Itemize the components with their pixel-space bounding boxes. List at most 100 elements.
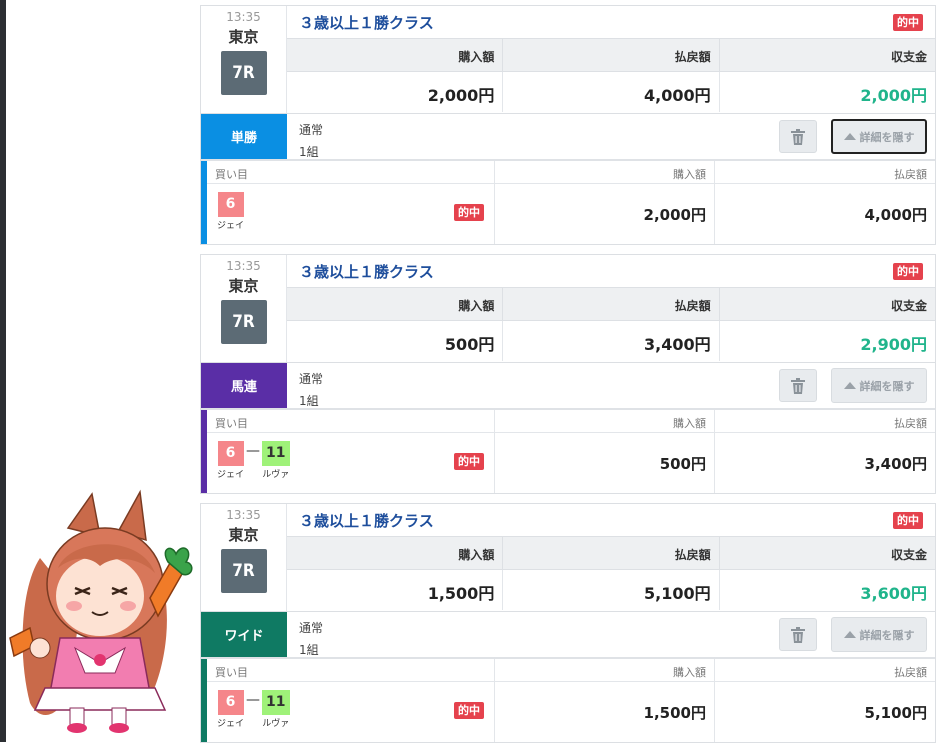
hit-badge: 的中 bbox=[893, 262, 923, 280]
race-venue: 東京 bbox=[228, 28, 259, 46]
bet-type-row: 馬連 通常 1組 詳細を隠す bbox=[201, 362, 935, 408]
bet-method: 通常 bbox=[299, 123, 324, 137]
bet-type-row: 単勝 通常 1組 詳細を隠す bbox=[201, 113, 935, 159]
hide-details-label: 詳細を隠す bbox=[859, 628, 915, 642]
hide-details-label: 詳細を隠す bbox=[859, 130, 915, 144]
combination-header: 買い目 bbox=[215, 417, 248, 430]
bet-type-label: 単勝 bbox=[201, 114, 287, 159]
delete-button[interactable] bbox=[779, 120, 817, 153]
combination-cell: 6 ジェイ 的中 bbox=[207, 184, 494, 244]
payout-header: 払戻額 bbox=[502, 39, 718, 71]
race-info: 13:35 東京 7R bbox=[201, 6, 287, 113]
detail-purchase-amount: 1,500円 bbox=[494, 682, 714, 742]
horse-name: ルヴァ bbox=[262, 470, 290, 480]
detail-payout-header: 払戻額 bbox=[714, 410, 935, 432]
detail-purchase-header: 購入額 bbox=[494, 161, 714, 183]
balance-header: 収支金 bbox=[718, 288, 935, 320]
purchase-amount: 2,000円 bbox=[427, 86, 495, 105]
bet-type-label: ワイド bbox=[201, 612, 287, 657]
payout-amount: 3,400円 bbox=[502, 321, 718, 361]
combination-separator: — bbox=[246, 692, 261, 708]
hide-details-button[interactable]: 詳細を隠す bbox=[831, 119, 927, 154]
detail-table: 買い目 購入額 払戻額 6 ジェイ —11 ルヴァ 的中 500円 3,400円 bbox=[207, 410, 935, 493]
race-summary-row: 13:35 東京 7R ３歳以上１勝クラス 的中 購入額 払戻額 収支金 1,500円 5,100… bbox=[201, 504, 935, 611]
race-time: 13:35 bbox=[226, 259, 261, 273]
race-time: 13:35 bbox=[226, 508, 261, 522]
detail-table: 買い目 購入額 払戻額 6 ジェイ 的中 2,000円 4,000円 bbox=[207, 161, 935, 244]
detail-purchase-header: 購入額 bbox=[494, 410, 714, 432]
mascot-character-illustration bbox=[9, 489, 193, 733]
triangle-up-icon bbox=[843, 133, 856, 140]
bet-card: 13:35 東京 7R ３歳以上１勝クラス 的中 購入額 払戻額 収支金 500円 3,400円 2… bbox=[200, 254, 936, 494]
trash-icon bbox=[791, 626, 805, 643]
race-name-link[interactable]: ３歳以上１勝クラス bbox=[299, 261, 434, 282]
payout-amount: 4,000円 bbox=[502, 72, 718, 112]
race-name-link[interactable]: ３歳以上１勝クラス bbox=[299, 12, 434, 33]
race-title-row: ３歳以上１勝クラス 的中 bbox=[287, 6, 935, 38]
horse-name: ジェイ bbox=[217, 221, 245, 231]
delete-button[interactable] bbox=[779, 369, 817, 402]
horse-entry: 6 ジェイ bbox=[217, 441, 244, 480]
bet-detail: 買い目 購入額 払戻額 6 ジェイ 的中 2,000円 4,000円 bbox=[201, 159, 935, 244]
combination-separator: — bbox=[246, 443, 261, 459]
triangle-up-icon bbox=[843, 382, 856, 389]
balance-header: 収支金 bbox=[718, 537, 935, 569]
detail-table: 買い目 購入額 払戻額 6 ジェイ —11 ルヴァ 的中 1,500円 5,100円 bbox=[207, 659, 935, 742]
horse-number: 6 bbox=[217, 690, 244, 715]
horse-entry: 6 ジェイ bbox=[217, 192, 244, 231]
detail-payout-header: 払戻額 bbox=[714, 659, 935, 681]
hide-details-button[interactable]: 詳細を隠す bbox=[831, 617, 927, 652]
bet-actions: 詳細を隠す bbox=[779, 363, 935, 408]
detail-payout-amount: 4,000円 bbox=[714, 184, 935, 244]
race-title-row: ３歳以上１勝クラス 的中 bbox=[287, 255, 935, 287]
hide-details-button[interactable]: 詳細を隠す bbox=[831, 368, 927, 403]
horse-combination: 6 ジェイ —11 ルヴァ bbox=[217, 690, 290, 729]
balance-amount: 3,600円 bbox=[718, 570, 935, 610]
race-number-badge: 7R bbox=[220, 51, 267, 95]
bet-method: 通常 bbox=[299, 621, 324, 635]
summary-header-row: 購入額 払戻額 収支金 bbox=[287, 38, 935, 72]
bet-method: 通常 bbox=[299, 372, 324, 386]
purchase-header: 購入額 bbox=[458, 299, 495, 313]
payout-amount: 5,100円 bbox=[502, 570, 718, 610]
bet-count: 1組 bbox=[299, 643, 319, 657]
horse-entry: 6 ジェイ bbox=[217, 690, 244, 729]
detail-payout-header: 払戻額 bbox=[714, 161, 935, 183]
purchase-header: 購入額 bbox=[458, 548, 495, 562]
race-summary: ３歳以上１勝クラス 的中 購入額 払戻額 収支金 1,500円 5,100円 3,600円 bbox=[287, 504, 935, 611]
horse-combination: 6 ジェイ bbox=[217, 192, 244, 231]
detail-header-row: 買い目 購入額 払戻額 bbox=[207, 410, 935, 433]
combination-cell: 6 ジェイ —11 ルヴァ 的中 bbox=[207, 682, 494, 742]
hit-badge: 的中 bbox=[893, 13, 923, 31]
bet-history-list: 13:35 東京 7R ３歳以上１勝クラス 的中 購入額 払戻額 収支金 2,000円 4,000… bbox=[200, 5, 936, 752]
bet-info: 通常 1組 bbox=[287, 114, 779, 159]
bet-info: 通常 1組 bbox=[287, 612, 779, 657]
horse-name: ジェイ bbox=[217, 719, 245, 729]
horse-number: 11 bbox=[262, 441, 290, 466]
bet-card: 13:35 東京 7R ３歳以上１勝クラス 的中 購入額 払戻額 収支金 2,000円 4,000… bbox=[200, 5, 936, 245]
race-summary-row: 13:35 東京 7R ３歳以上１勝クラス 的中購入額 払戻額 収支金 2,000円 4,000… bbox=[201, 6, 935, 113]
race-summary: ３歳以上１勝クラス 的中購入額 払戻額 収支金 500円 3,400円 2,900円 bbox=[287, 255, 935, 362]
balance-amount: 2,900円 bbox=[718, 321, 935, 361]
race-venue: 東京 bbox=[228, 277, 259, 295]
horse-combination: 6 ジェイ —11 ルヴァ bbox=[217, 441, 290, 480]
payout-header: 払戻額 bbox=[502, 288, 718, 320]
purchase-amount: 500円 bbox=[444, 335, 495, 354]
detail-header-row: 買い目 購入額 払戻額 bbox=[207, 161, 935, 184]
delete-button[interactable] bbox=[779, 618, 817, 651]
horse-number: 11 bbox=[262, 690, 290, 715]
horse-entry: 11 ルヴァ bbox=[262, 441, 290, 480]
race-time: 13:35 bbox=[226, 10, 261, 24]
bet-type-label: 馬連 bbox=[201, 363, 287, 408]
race-number-badge: 7R bbox=[220, 549, 267, 593]
race-venue: 東京 bbox=[228, 526, 259, 544]
detail-payout-amount: 3,400円 bbox=[714, 433, 935, 493]
combination-cell: 6 ジェイ —11 ルヴァ 的中 bbox=[207, 433, 494, 493]
horse-number: 6 bbox=[217, 192, 244, 217]
bet-actions: 詳細を隠す bbox=[779, 612, 935, 657]
race-name-link[interactable]: ３歳以上１勝クラス bbox=[299, 510, 434, 531]
bet-type-row: ワイド 通常 1組 詳細を隠す bbox=[201, 611, 935, 657]
trash-icon bbox=[791, 128, 805, 145]
payout-header: 払戻額 bbox=[502, 537, 718, 569]
detail-purchase-amount: 2,000円 bbox=[494, 184, 714, 244]
